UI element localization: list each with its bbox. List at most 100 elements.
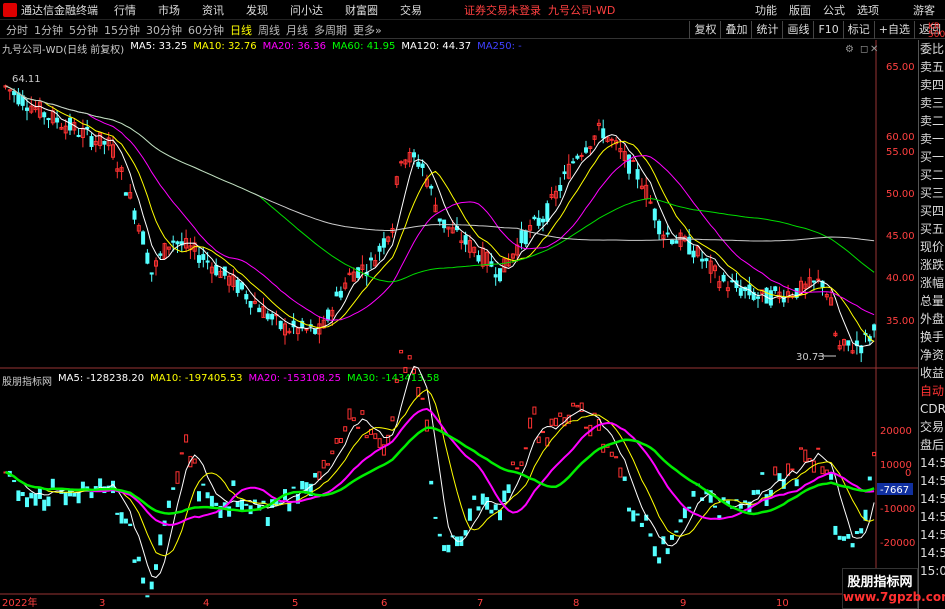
menu-item-quotes[interactable]: 行情 [114,2,136,18]
side-panel-item: 14:56 [920,510,945,524]
draw-button[interactable]: 画线 [782,21,813,39]
tab-15min[interactable]: 15分钟 [104,22,140,38]
sub-bar [541,430,545,434]
sub-bar [670,534,674,540]
chart-settings-icon[interactable]: ⚙ [845,44,854,55]
stats-button[interactable]: 统计 [751,21,782,39]
candle-body [326,309,330,321]
candle-body [738,287,743,296]
sub-bar [553,417,558,427]
candle-body [46,118,51,121]
candle-body [519,230,524,244]
menu-item-layout[interactable]: 版面 [789,2,811,18]
candle-body [42,112,47,118]
tab-multi-period[interactable]: 多周期 [314,22,347,38]
side-panel-item[interactable]: 自动 [919,382,945,400]
chart-collapse-icon[interactable]: ◻ [860,44,868,55]
menu-item-market[interactable]: 市场 [158,2,180,18]
candle-body [665,232,670,235]
side-panel-item: 买一 [920,150,945,164]
sub-bar [571,402,576,407]
sub-bar [635,513,640,516]
sub-bar [846,533,851,539]
sub-bar [184,434,189,443]
candle-body [773,286,778,291]
sub-bar [652,546,657,557]
sub-bar [50,478,55,488]
menu-item-wealth[interactable]: 财富圈 [345,2,378,18]
sub-bar [678,519,683,523]
chart-control-icons[interactable]: ⚙ ◻ ✕ [845,44,878,55]
sub-bar [205,492,210,499]
price-tick: 65.00 [886,62,915,73]
title-bar: 通达信金融终端 行情 市场 资讯 发现 问小达 财富圈 交易 证券交易未登录 九… [0,0,945,20]
menu-item-formula[interactable]: 公式 [823,2,845,18]
menu-item-function[interactable]: 功能 [755,2,777,18]
sub-tick: -10000 [880,504,915,515]
candle-body [764,287,769,304]
candle-body [498,268,502,282]
tab-more[interactable]: 更多» [353,22,382,38]
sub-bar [816,447,821,450]
sub-tick: 20000 [880,426,912,437]
menu-item-ask[interactable]: 问小达 [290,2,323,18]
side-panel-item: 14:56 [920,492,945,506]
overlay-button[interactable]: 叠加 [720,21,751,39]
tab-30min[interactable]: 30分钟 [146,22,182,38]
menu-item-news[interactable]: 资讯 [202,2,224,18]
guest-button[interactable]: 游客 [913,2,935,18]
tab-timeshare[interactable]: 分时 [6,22,28,38]
toolbar-right: 复权 叠加 统计 画线 F10 标记 +自选 返回 [689,21,945,39]
sub-bar [549,418,554,426]
menu-item-trade[interactable]: 交易 [400,2,422,18]
add-watchlist-button[interactable]: +自选 [873,21,914,39]
candle-body [338,290,343,298]
sub-bar [235,501,240,508]
side-panel-item[interactable]: 盘后 [919,436,945,454]
side-panel-item: 涨跌 [920,258,945,272]
sub-bar [536,436,541,444]
side-panel-item[interactable]: 交易 [919,418,945,436]
main-menu: 行情 市场 资讯 发现 问小达 财富圈 交易 [114,2,422,18]
tab-monthly[interactable]: 月线 [286,22,308,38]
menu-item-discover[interactable]: 发现 [246,2,268,18]
side-panel-item[interactable]: CDR [919,400,945,418]
candle-body [132,210,137,220]
side-panel-item: 卖五 [920,60,945,74]
menu-item-options[interactable]: 选项 [857,2,879,18]
sub-bar [154,564,158,570]
candle-body [175,241,180,245]
sub-bar [98,478,103,488]
adjust-button[interactable]: 复权 [689,21,720,39]
candle-body [248,301,253,308]
side-panel-item: 委比 [920,42,945,56]
candle-body [691,250,696,258]
tab-1min[interactable]: 1分钟 [34,22,63,38]
sub-bar [72,492,77,497]
sub-bar [467,508,472,521]
candle-body [123,192,128,196]
sub-bar [149,581,154,590]
tab-5min[interactable]: 5分钟 [69,22,98,38]
candle-body [244,294,249,300]
candle-body [558,184,563,191]
mark-button[interactable]: 标记 [842,21,874,39]
chart-area[interactable]: 65.00 60.00 55.00 50.00 45.00 40.00 35.0… [0,40,918,609]
sub-bar [171,487,176,490]
date-tick: 6 [381,598,387,609]
sub-bar [631,510,636,522]
tab-60min[interactable]: 60分钟 [188,22,224,38]
candle-body [571,161,576,164]
sub-bar [510,461,515,466]
tab-weekly[interactable]: 周线 [258,22,280,38]
chart-close-icon[interactable]: ✕ [870,44,878,55]
sub-bar [433,516,438,519]
sub-bar [609,451,614,457]
login-warning[interactable]: 证券交易未登录 九号公司-WD [464,2,615,18]
candle-body [687,236,692,255]
tab-daily[interactable]: 日线 [230,22,252,38]
candle-body [463,235,468,245]
f10-button[interactable]: F10 [813,21,842,39]
candle-body [536,217,541,226]
sub-bar [192,458,197,464]
